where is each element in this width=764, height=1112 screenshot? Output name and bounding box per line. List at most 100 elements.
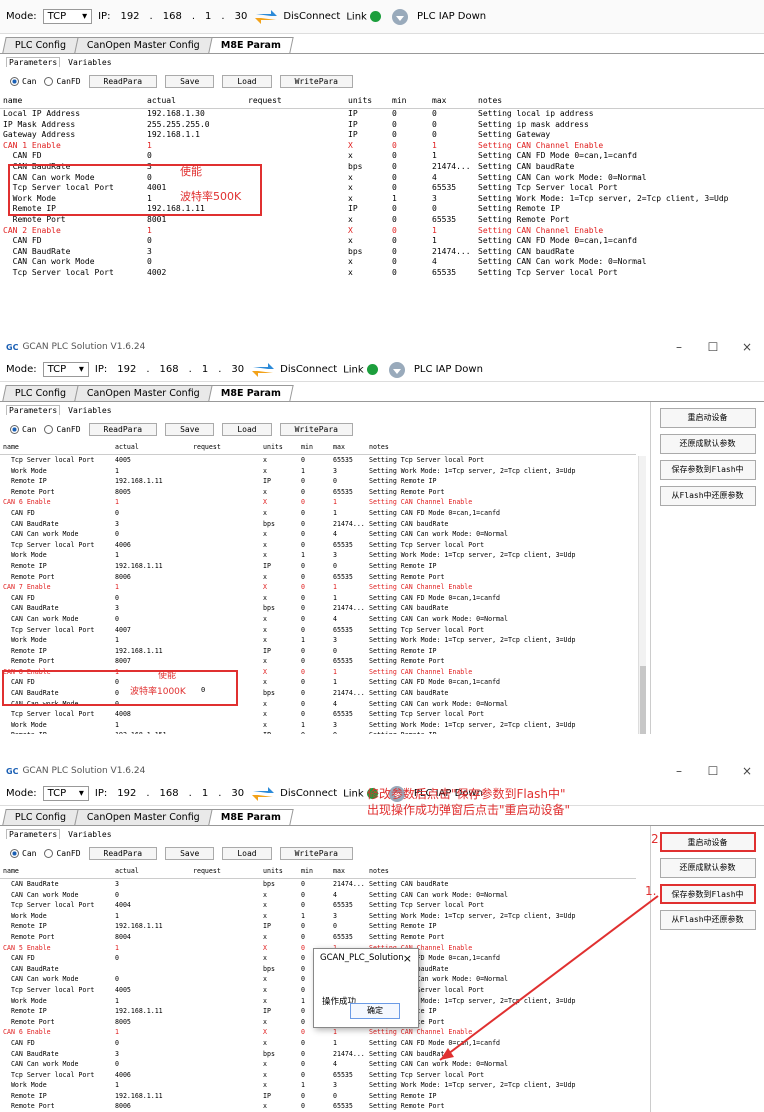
restart-device-button[interactable]: 重启动设备 bbox=[659, 408, 756, 428]
cell-actual[interactable]: 1 bbox=[112, 582, 190, 593]
table-row[interactable]: CAN Can work Mode 0 x 0 4 Setting CAN Can wor… bbox=[0, 257, 764, 268]
load-button[interactable]: Load bbox=[222, 422, 272, 436]
cell-actual[interactable]: 1 bbox=[144, 141, 245, 152]
maximize-icon[interactable]: ☐ bbox=[696, 336, 730, 358]
cell-actual[interactable]: 192.168.1.30 bbox=[144, 109, 245, 120]
table-row[interactable]: Remote IP 192.168.1.11 IP 0 0 Setting Remote … bbox=[0, 561, 636, 572]
cell-actual[interactable]: 8006 bbox=[112, 572, 190, 583]
table-row[interactable]: IP Mask Address 255.255.255.0 IP 0 0 Setting … bbox=[0, 120, 764, 131]
ip-address-field[interactable]: IP: 192. 168. 1. 30 bbox=[98, 11, 247, 22]
cell-actual[interactable]: 1 bbox=[144, 226, 245, 237]
readpara-button[interactable]: ReadPara bbox=[88, 74, 158, 88]
table-row[interactable]: Tcp Server local Port 4007 x 0 65535 Setting … bbox=[0, 625, 636, 636]
table-row[interactable]: CAN FD 0 x 0 1 Setting CAN FD Mode 0=can,1=ca… bbox=[0, 593, 636, 604]
table-row[interactable]: Remote IP 192.168.1.11 IP 0 0 Setting Remote … bbox=[0, 476, 636, 487]
table-row[interactable]: CAN Can work Mode 0 x 0 4 Setting CAN Can wor… bbox=[0, 614, 636, 625]
disconnect-button[interactable]: DisConnect bbox=[253, 8, 340, 26]
cell-actual[interactable]: 3 bbox=[112, 603, 190, 614]
tab-canopen-master-config[interactable]: CanOpen Master Config bbox=[74, 385, 213, 401]
table-row[interactable]: CAN 2 Enable 1 X 0 1 Setting CAN Channel Enab… bbox=[0, 226, 764, 237]
scrollbar-thumb[interactable] bbox=[640, 666, 646, 734]
tab-m8e-param[interactable]: M8E Param bbox=[208, 385, 294, 401]
cell-actual[interactable]: 1 bbox=[112, 720, 190, 731]
subtab-parameters[interactable]: Parameters bbox=[6, 405, 61, 415]
table-row[interactable]: Work Mode 1 x 1 3 Setting Work Mode: 1=Tcp se… bbox=[0, 720, 636, 731]
table-row[interactable]: Local IP Address 192.168.1.30 IP 0 0 Setting … bbox=[0, 109, 764, 120]
tab-plc-config[interactable]: PLC Config bbox=[2, 37, 79, 53]
restore-from-flash-button[interactable]: 从Flash中还原参数 bbox=[659, 486, 756, 506]
table-row[interactable]: CAN 6 Enable 1 X 0 1 Setting CAN Channel Enab… bbox=[0, 497, 636, 508]
cell-actual[interactable]: 4002 bbox=[144, 268, 245, 279]
cell-actual[interactable]: 192.168.1.1 bbox=[144, 130, 245, 141]
tab-canopen-master-config[interactable]: CanOpen Master Config bbox=[74, 37, 213, 53]
cell-actual[interactable]: 1 bbox=[112, 497, 190, 508]
cell-actual[interactable]: 1 bbox=[112, 635, 190, 646]
cell-actual[interactable]: 3 bbox=[144, 247, 245, 258]
plc-iap-down-button[interactable]: PLC IAP Down bbox=[384, 361, 483, 379]
cell-actual[interactable]: 8001 bbox=[144, 215, 245, 226]
table-row[interactable]: Remote Port 8007 x 0 65535 Setting Remote Por… bbox=[0, 656, 636, 667]
table-row[interactable]: Remote Port 8005 x 0 65535 Setting Remote Por… bbox=[0, 487, 636, 498]
cell-actual[interactable]: 255.255.255.0 bbox=[144, 120, 245, 131]
cell-actual[interactable]: 0 bbox=[112, 508, 190, 519]
table-row[interactable]: CAN BaudRate 3 bps 0 21474... Setting CAN bau… bbox=[0, 519, 636, 530]
restore-defaults-button[interactable]: 还原成默认参数 bbox=[659, 434, 756, 454]
table-row[interactable]: Tcp Server local Port 4008 x 0 65535 Setting … bbox=[0, 709, 636, 720]
cell-actual[interactable]: 1 bbox=[112, 550, 190, 561]
table-row[interactable]: Gateway Address 192.168.1.1 IP 0 0 Setting Ga… bbox=[0, 130, 764, 141]
plc-iap-down-button[interactable]: PLC IAP Down bbox=[387, 8, 486, 26]
radio-canfd[interactable]: CanFD bbox=[44, 424, 81, 434]
cell-actual[interactable]: 192.168.1.11 bbox=[112, 561, 190, 572]
save-button[interactable]: Save bbox=[165, 422, 215, 436]
table-row[interactable]: Remote Port 8006 x 0 65535 Setting Remote Por… bbox=[0, 572, 636, 583]
table-row[interactable]: CAN 1 Enable 1 X 0 1 Setting CAN Channel Enab… bbox=[0, 141, 764, 152]
table-row[interactable]: Tcp Server local Port 4006 x 0 65535 Setting … bbox=[0, 540, 636, 551]
cell-actual[interactable]: 0 bbox=[112, 593, 190, 604]
table-row[interactable]: Remote IP 192.168.1.11 IP 0 0 Setting Remote … bbox=[0, 646, 636, 657]
table-row[interactable]: CAN FD 0 x 0 1 Setting CAN FD Mode 0=can,1=ca… bbox=[0, 151, 764, 162]
table-row[interactable]: CAN BaudRate 3 bps 0 21474... Setting CAN bau… bbox=[0, 247, 764, 258]
cell-actual[interactable]: 0 bbox=[112, 529, 190, 540]
table-row[interactable]: Remote IP192.168.1.151IP00Setting Remote… bbox=[0, 730, 636, 734]
cell-actual[interactable]: 4008 bbox=[112, 709, 190, 720]
readpara-button[interactable]: ReadPara bbox=[88, 422, 158, 436]
table-row[interactable]: Work Mode 1 x 1 3 Setting Work Mode: 1=Tcp se… bbox=[0, 466, 636, 477]
table-row[interactable]: CAN FD 0 x 0 1 Setting CAN FD Mode 0=can,1=ca… bbox=[0, 508, 636, 519]
tab-m8e-param[interactable]: M8E Param bbox=[208, 37, 294, 53]
writepara-button[interactable]: WritePara bbox=[279, 74, 353, 88]
table-row[interactable]: Work Mode 1 x 1 3 Setting Work Mode: 1=Tcp se… bbox=[0, 550, 636, 561]
mode-select[interactable]: TCP ▾ bbox=[42, 362, 89, 377]
ip-address-field[interactable]: IP: 192. 168. 1. 30 bbox=[95, 364, 244, 375]
tab-plc-config[interactable]: PLC Config bbox=[2, 385, 79, 401]
table-row[interactable]: CAN Can work Mode 0 x 0 4 Setting CAN Can wor… bbox=[0, 529, 636, 540]
subtab-parameters[interactable]: Parameters bbox=[6, 57, 61, 67]
table-row[interactable]: Tcp Server local Port 4005 x 0 65535 Setting … bbox=[0, 455, 636, 466]
save-to-flash-button[interactable]: 保存参数到Flash中 bbox=[659, 460, 756, 480]
close-icon[interactable]: × bbox=[730, 336, 764, 358]
cell-actual[interactable]: 3 bbox=[112, 519, 190, 530]
table-row[interactable]: Remote Port 8001 x 0 65535 Setting Remote Por… bbox=[0, 215, 764, 226]
cell-actual[interactable]: 0 bbox=[144, 257, 245, 268]
cell-actual[interactable]: 8007 bbox=[112, 656, 190, 667]
radio-can[interactable]: Can bbox=[10, 76, 36, 86]
subtab-variables[interactable]: Variables bbox=[68, 406, 111, 415]
cell-actual[interactable]: 4007 bbox=[112, 625, 190, 636]
minimize-icon[interactable]: – bbox=[662, 336, 696, 358]
cell-actual[interactable]: 0 bbox=[112, 614, 190, 625]
cell-actual[interactable]: 192.168.1.151 bbox=[112, 730, 190, 734]
table-row[interactable]: CAN FD 0 x 0 1 Setting CAN FD Mode 0=can,1=ca… bbox=[0, 236, 764, 247]
table-row[interactable]: CAN BaudRate 3 bps 0 21474... Setting CAN bau… bbox=[0, 603, 636, 614]
cell-actual[interactable]: 8005 bbox=[112, 487, 190, 498]
disconnect-button[interactable]: DisConnect bbox=[250, 361, 337, 379]
cell-actual[interactable]: 192.168.1.11 bbox=[112, 476, 190, 487]
cell-actual[interactable]: 1 bbox=[112, 466, 190, 477]
cell-actual[interactable]: 4005 bbox=[112, 455, 190, 466]
save-button[interactable]: Save bbox=[165, 74, 215, 88]
table-row[interactable]: CAN 7 Enable 1 X 0 1 Setting CAN Channel Enab… bbox=[0, 582, 636, 593]
mode-select[interactable]: TCP ▾ bbox=[42, 9, 93, 24]
radio-can[interactable]: Can bbox=[10, 424, 36, 434]
radio-canfd[interactable]: CanFD bbox=[44, 76, 81, 86]
load-button[interactable]: Load bbox=[222, 74, 272, 88]
table-row[interactable]: Tcp Server local Port 4002 x 0 65535 Setting … bbox=[0, 268, 764, 279]
table-row[interactable]: Work Mode 1 x 1 3 Setting Work Mode: 1=Tcp se… bbox=[0, 635, 636, 646]
